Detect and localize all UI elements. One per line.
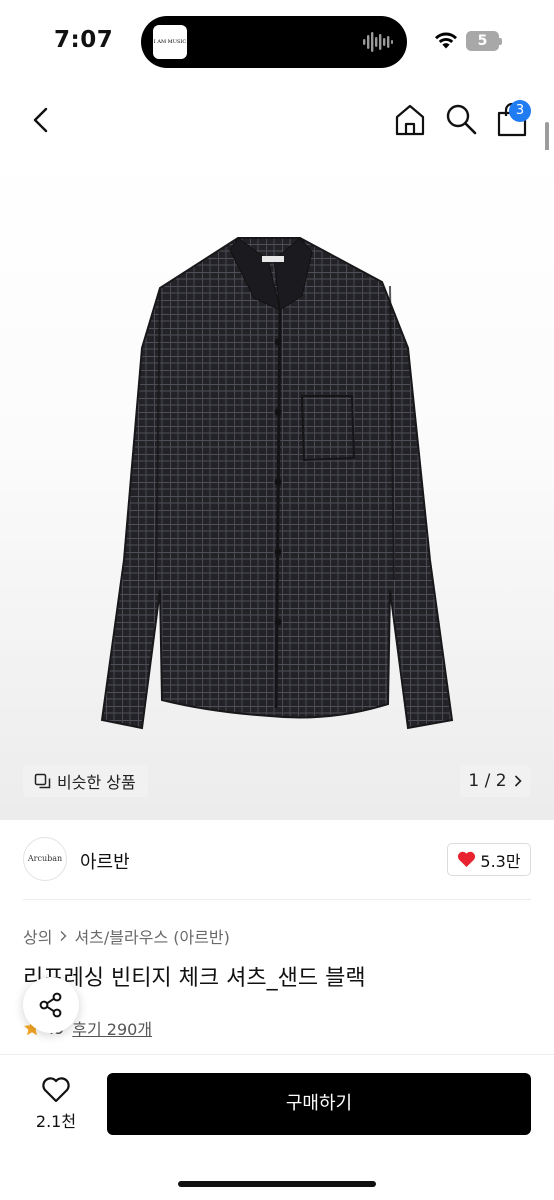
battery-tip <box>499 38 502 45</box>
heart-outline-icon <box>42 1077 70 1103</box>
gallery-page-indicator[interactable]: 1 / 2 <box>460 765 530 797</box>
similar-products-label: 비슷한 상품 <box>57 773 136 792</box>
search-icon[interactable] <box>444 102 478 136</box>
home-indicator[interactable] <box>178 1181 376 1187</box>
share-icon <box>39 992 62 1018</box>
copy-icon <box>34 773 51 788</box>
brand-like-count: 5.3만 <box>480 851 521 871</box>
back-chevron-icon[interactable] <box>26 104 56 136</box>
home-icon[interactable] <box>392 102 428 138</box>
review-count-link[interactable]: 후기 290개 <box>72 1016 152 1040</box>
now-playing-thumbnail: I AM MUSIC <box>153 25 187 59</box>
audio-wave-icon <box>363 32 393 52</box>
breadcrumb-subcategory[interactable]: 셔츠/블라우스 (아르반) <box>74 924 229 948</box>
brand-logo[interactable]: Arcuban <box>23 837 67 881</box>
cart-count-badge[interactable]: 3 <box>509 100 531 122</box>
page-indicator-text: 1 / 2 <box>468 771 507 791</box>
wishlist-count: 2.1천 <box>35 1112 77 1131</box>
battery-level: 5 <box>466 31 499 51</box>
product-title: 리프레싱 빈티지 체크 셔츠_샌드 블랙 <box>23 966 366 991</box>
chevron-right-icon <box>514 775 522 787</box>
heart-filled-icon <box>458 851 476 867</box>
share-button[interactable] <box>23 977 79 1033</box>
brand-like-button[interactable]: 5.3만 <box>447 843 531 876</box>
product-image-shirt <box>100 237 454 730</box>
brand-name[interactable]: 아르반 <box>80 848 130 874</box>
dynamic-island[interactable]: I AM MUSIC <box>141 16 407 68</box>
battery-icon: 5 <box>466 31 502 51</box>
wishlist-button[interactable]: 2.1천 <box>23 1074 89 1134</box>
status-bar: 7:07 I AM MUSIC 5 <box>0 0 554 84</box>
buy-button[interactable]: 구매하기 <box>107 1073 531 1135</box>
similar-products-button[interactable]: 비슷한 상품 <box>23 765 148 797</box>
product-image-gallery[interactable] <box>0 150 554 820</box>
divider <box>23 899 531 900</box>
breadcrumb-category[interactable]: 상의 <box>23 924 52 948</box>
breadcrumb: 상의 셔츠/블라우스 (아르반) <box>23 924 230 948</box>
breadcrumb-chevron-icon <box>60 931 67 941</box>
wifi-icon <box>435 32 457 49</box>
status-time: 7:07 <box>54 27 114 53</box>
